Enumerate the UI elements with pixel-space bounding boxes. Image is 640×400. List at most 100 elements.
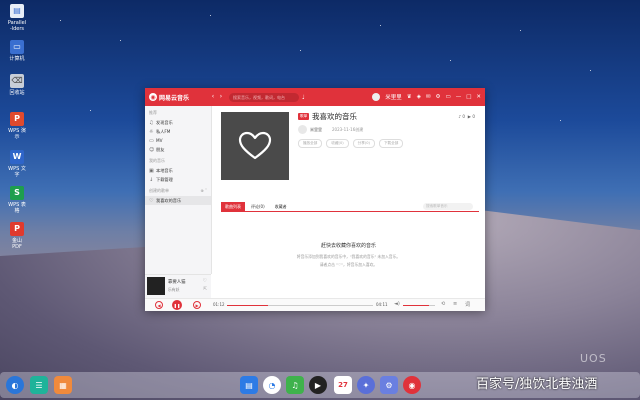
heart-icon: ♡: [149, 197, 154, 204]
sidebar-item-personal-fm[interactable]: ☼ 私人FM: [145, 127, 211, 136]
lyrics-icon[interactable]: 词: [465, 301, 470, 308]
music-app-icon[interactable]: ♫: [286, 376, 304, 394]
desktop-icon-trash[interactable]: ⌫ 回收站: [4, 74, 30, 96]
browser-icon[interactable]: ◔: [263, 376, 281, 394]
app-store-icon[interactable]: ✦: [357, 376, 375, 394]
friends-icon: ☺: [149, 146, 155, 153]
loop-icon[interactable]: ⟲: [441, 301, 445, 307]
wps-writer-icon: W: [10, 150, 24, 164]
settings-icon[interactable]: ⚙: [436, 94, 441, 100]
sidebar-item-discover[interactable]: ♫ 发现音乐: [145, 118, 211, 127]
volume-fill: [403, 305, 429, 306]
progress-fill: [227, 305, 268, 306]
pdf-icon: P: [10, 222, 24, 236]
desktop-icon-wps-spreadsheet[interactable]: S WPS 表 格: [4, 186, 30, 214]
calendar-icon[interactable]: 27: [334, 376, 352, 394]
now-playing[interactable]: 靠要人猫 乐有妖 ♡ ⇱: [145, 274, 211, 299]
file-manager-icon[interactable]: ▤: [240, 376, 258, 394]
tab-comments[interactable]: 评论(0): [247, 202, 269, 211]
trash-icon: ⌫: [10, 74, 24, 88]
video-player-icon[interactable]: ▶: [309, 376, 327, 394]
workspace-icon[interactable]: ▦: [54, 376, 72, 394]
launcher-icon[interactable]: ◐: [6, 376, 24, 394]
empty-hint-2: 请者点击 "♡"，将音乐加入喜欢。: [319, 262, 378, 267]
add-playlist-icon[interactable]: ⊕ ˅: [200, 188, 207, 194]
empty-hint-1: 将音乐添加到我喜欢的音乐中，"我喜欢的音乐" 未加入音乐。: [296, 254, 401, 259]
music-note-icon: ♫: [149, 119, 154, 126]
desktop-icon-wps-writer[interactable]: W WPS 文 字: [4, 150, 30, 178]
now-playing-title: 靠要人猫: [168, 280, 186, 285]
tab-divider: [221, 211, 479, 212]
tab-songs[interactable]: 歌曲列表: [221, 202, 245, 211]
sidebar-item-friends[interactable]: ☺ 朋友: [145, 145, 211, 154]
maximize-button[interactable]: □: [466, 94, 471, 100]
watermark-text: 百家号/独饮北巷浊酒: [476, 377, 598, 392]
microphone-icon[interactable]: ♩: [302, 94, 305, 101]
avatar[interactable]: [372, 93, 381, 101]
netease-music-dock-icon[interactable]: ◉: [403, 376, 421, 394]
next-button[interactable]: ▶: [193, 301, 201, 309]
time-total: 04:11: [376, 302, 388, 307]
share-button[interactable]: 分享(0): [352, 139, 375, 148]
video-icon: ▭: [149, 137, 154, 144]
play-pause-button[interactable]: ❚❚: [172, 300, 182, 310]
username[interactable]: 米里里: [385, 93, 402, 101]
sidebar-item-liked-music[interactable]: ♡ 我喜欢的音乐: [145, 196, 211, 205]
playlist-stats: ♪ 0 ▶ 0: [458, 114, 475, 119]
close-button[interactable]: ✕: [476, 94, 481, 100]
now-playing-artist[interactable]: 乐有妖: [168, 287, 179, 293]
local-music-icon: ▣: [149, 167, 154, 174]
radio-icon: ☼: [149, 128, 154, 135]
download-icon: ↓: [149, 176, 154, 183]
minimize-button[interactable]: —: [456, 94, 462, 100]
creator-avatar[interactable]: [298, 125, 307, 134]
mini-mode-icon[interactable]: ▭: [445, 94, 450, 100]
desktop-icon-computer[interactable]: ▭ 计算机: [4, 40, 30, 62]
tracks-icon: ♪: [458, 114, 462, 119]
desktop-icon-kingsoft-pdf[interactable]: P 金山 PDF: [4, 222, 30, 250]
title-bar: ◉ 网易云音乐 ‹ › 搜索音乐，视频，歌词，电台 ♩ 米里里 ♛ ◈ ✉ ⚙ …: [145, 88, 485, 106]
vip-icon[interactable]: ♛: [407, 94, 412, 100]
playlist-main: 歌单 我喜欢的音乐 ♪ 0 ▶ 0 米里里 2023-11-16创建 播放全部 …: [212, 106, 485, 298]
time-current: 01:12: [213, 302, 225, 307]
sidebar-item-downloads[interactable]: ↓ 下载管理: [145, 175, 211, 184]
play-all-button[interactable]: 播放全部: [298, 139, 323, 148]
forward-button[interactable]: ›: [217, 93, 225, 101]
creator-name[interactable]: 米里里: [310, 127, 322, 133]
uos-watermark: UOS: [580, 352, 607, 365]
sidebar: 推荐 ♫ 发现音乐 ☼ 私人FM ▭ MV ☺ 朋友 我的音乐 ▣ 本地音乐 ↓ 下载管理 …: [145, 106, 212, 274]
playlist-search-input[interactable]: 搜索歌单音乐: [423, 203, 473, 210]
progress-bar[interactable]: [227, 305, 373, 306]
tab-collectors[interactable]: 收藏者: [271, 202, 291, 211]
computer-icon: ▭: [10, 40, 24, 54]
multitask-icon[interactable]: ☰: [30, 376, 48, 394]
desktop-icon-wps-presentation[interactable]: P WPS 演 示: [4, 112, 30, 140]
search-input[interactable]: 搜索音乐，视频，歌词，电台: [229, 92, 299, 102]
playlist-tabs: 歌曲列表 评论(0) 收藏者: [221, 202, 291, 211]
playlist-title: 我喜欢的音乐: [312, 112, 357, 121]
share-icon[interactable]: ⇱: [203, 287, 207, 292]
previous-button[interactable]: ◀: [155, 301, 163, 309]
playlist-queue-icon[interactable]: ≡: [453, 301, 457, 307]
volume-icon[interactable]: ◄): [394, 301, 400, 307]
album-cover[interactable]: [147, 277, 165, 295]
system-settings-icon[interactable]: ⚙: [380, 376, 398, 394]
player-bar: ◀ ❚❚ ▶ 01:12 04:11 ◄) ⟲ ≡ 词: [145, 298, 485, 311]
collect-button[interactable]: 收藏(0): [326, 139, 349, 148]
sidebar-item-mv[interactable]: ▭ MV: [145, 136, 211, 145]
download-all-button[interactable]: 下载全部: [378, 139, 404, 148]
empty-title: 赶快去收藏你喜欢的音乐: [320, 243, 376, 249]
sidebar-item-local-music[interactable]: ▣ 本地音乐: [145, 166, 211, 175]
volume-slider[interactable]: [403, 305, 435, 306]
title-bar-controls: 米里里 ♛ ◈ ✉ ⚙ ▭ — □ ✕: [372, 88, 481, 106]
like-icon[interactable]: ♡: [203, 278, 207, 284]
playlist-tag: 歌单: [298, 113, 310, 120]
play-count-icon: ▶: [467, 114, 471, 119]
back-button[interactable]: ‹: [209, 93, 217, 101]
netease-logo-icon: ◉: [149, 93, 157, 101]
mail-icon[interactable]: ✉: [426, 94, 431, 100]
playlist-cover: [221, 112, 289, 180]
desktop-icon-parallels[interactable]: ▤ Parallel -lders: [4, 4, 30, 32]
skin-icon[interactable]: ◈: [417, 94, 421, 100]
netease-music-window: ◉ 网易云音乐 ‹ › 搜索音乐，视频，歌词，电台 ♩ 米里里 ♛ ◈ ✉ ⚙ …: [145, 88, 485, 311]
